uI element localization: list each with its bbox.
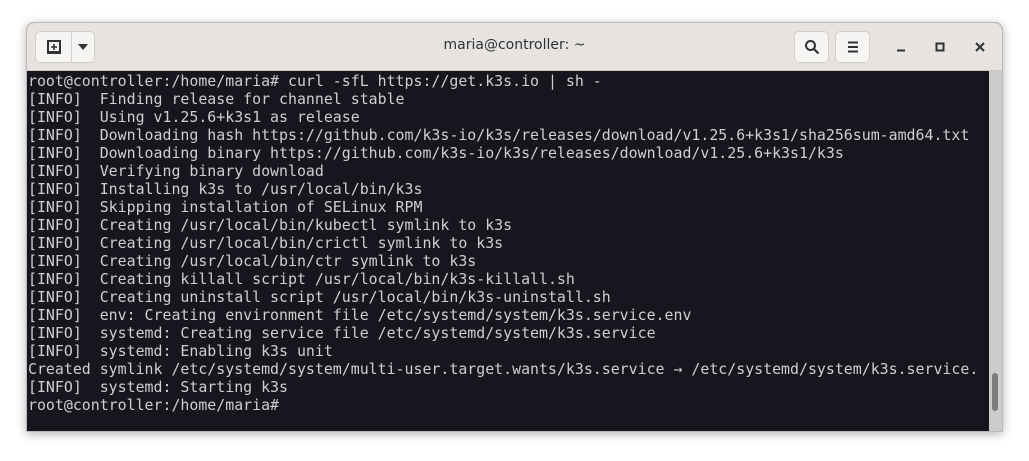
terminal-line: [INFO] Creating /usr/local/bin/ctr symli… [28,252,477,270]
search-icon [804,40,819,55]
maximize-button[interactable] [930,37,950,57]
terminal-line: [INFO] Skipping installation of SELinux … [28,198,423,216]
menu-button[interactable] [835,31,870,63]
minimize-icon [897,49,905,52]
terminal-line: [INFO] systemd: Starting k3s [28,378,288,396]
terminal-line: [INFO] Installing k3s to /usr/local/bin/… [28,180,423,198]
close-icon [975,42,985,52]
search-button[interactable] [794,31,829,63]
terminal-line: root@controller:/home/maria# curl -sfL h… [28,72,602,90]
terminal-line: [INFO] Creating /usr/local/bin/kubectl s… [28,216,513,234]
terminal-line: [INFO] systemd: Enabling k3s unit [28,342,333,360]
scrollbar-thumb[interactable] [992,373,998,411]
terminal-line: root@controller:/home/maria# [28,396,288,414]
close-button[interactable] [970,37,990,57]
terminal-line: [INFO] Creating uninstall script /usr/lo… [28,288,611,306]
terminal-output[interactable]: root@controller:/home/maria# curl -sfL h… [27,71,991,431]
hamburger-icon [847,41,858,53]
terminal-line: [INFO] env: Creating environment file /e… [28,306,692,324]
maximize-icon [935,42,945,52]
terminal-line: [INFO] Using v1.25.6+k3s1 as release [28,108,360,126]
scrollbar[interactable] [989,71,1002,431]
terminal-line: [INFO] Downloading binary https://github… [28,144,844,162]
terminal-line: [INFO] Finding release for channel stabl… [28,90,405,108]
minimize-button[interactable] [891,37,911,57]
terminal-line: [INFO] Verifying binary download [28,162,324,180]
header-bar: maria@controller: ~ [27,23,1002,71]
terminal-line: [INFO] Downloading hash https://github.c… [28,126,970,144]
terminal-line: [INFO] systemd: Creating service file /e… [28,324,656,342]
terminal-line: [INFO] Creating /usr/local/bin/crictl sy… [28,234,504,252]
terminal-window: maria@controller: ~ root@controller:/hom… [26,22,1003,432]
terminal-line: Created symlink /etc/systemd/system/mult… [28,360,979,378]
terminal-line: [INFO] Creating killall script /usr/loca… [28,270,575,288]
